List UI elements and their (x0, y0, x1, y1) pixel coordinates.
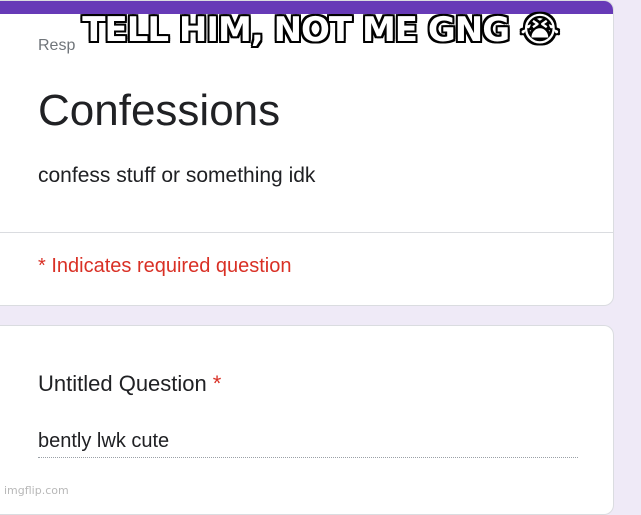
form-description: confess stuff or something idk (38, 164, 316, 187)
watermark: imgflip.com (4, 484, 69, 497)
answer-underline (38, 457, 578, 458)
required-note: * Indicates required question (38, 255, 292, 277)
form-title: Confessions (38, 86, 281, 135)
question-card: Untitled Question * bently lwk cute (0, 325, 614, 515)
meme-caption: TELL HIM, NOT ME GNG 😭 (82, 10, 559, 50)
required-star: * (212, 371, 222, 396)
answer-input[interactable]: bently lwk cute (38, 430, 169, 453)
question-title-text: Untitled Question (38, 371, 207, 396)
divider (0, 232, 613, 233)
question-title: Untitled Question * (38, 371, 221, 397)
